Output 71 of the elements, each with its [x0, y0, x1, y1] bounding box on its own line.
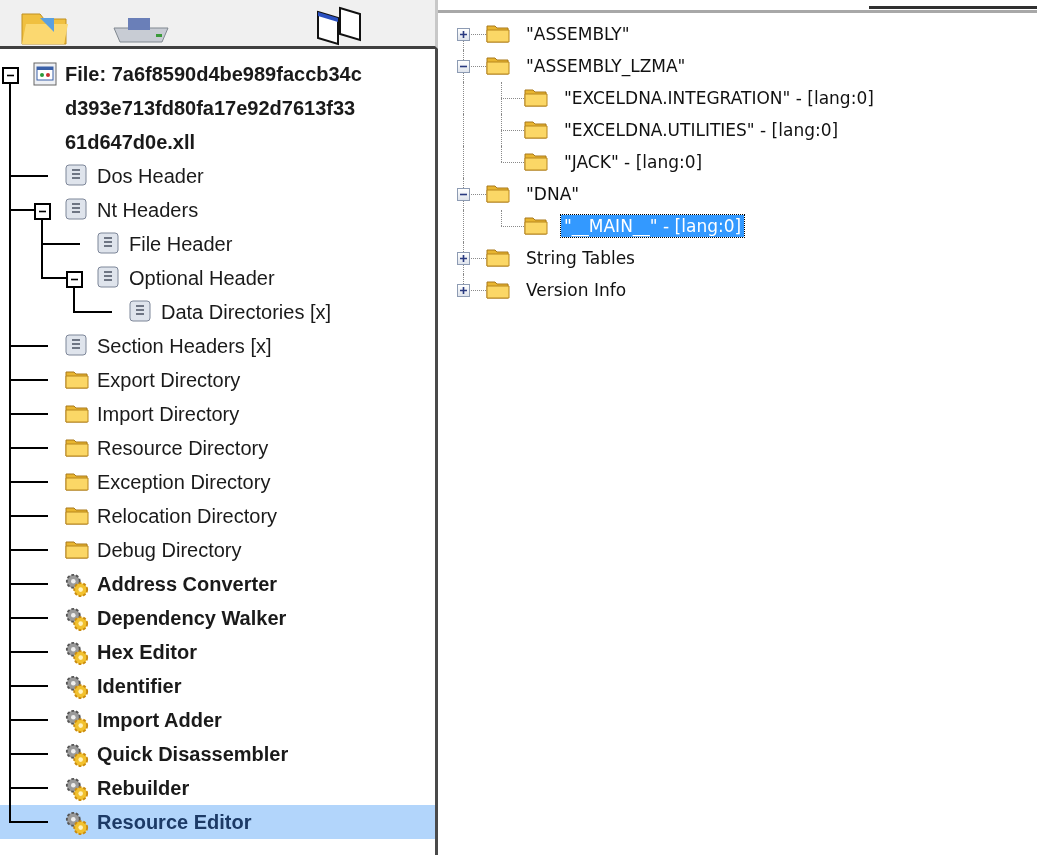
tree-item[interactable]: "ASSEMBLY_LZMA" [523, 55, 689, 77]
gears-icon [65, 572, 89, 598]
folder-icon [524, 150, 548, 172]
gears-icon [65, 674, 89, 700]
collapse-button[interactable] [2, 67, 19, 84]
folder-icon [65, 402, 89, 424]
tree-item[interactable]: Debug Directory [0, 533, 435, 567]
tree-item[interactable]: "DNA" [523, 183, 583, 205]
tree-item[interactable]: Export Directory [0, 363, 435, 397]
gears-icon [65, 776, 89, 802]
folder-icon [65, 470, 89, 492]
list-icon [65, 198, 87, 220]
tree-item[interactable]: Rebuilder [0, 771, 435, 805]
gears-icon [65, 640, 89, 666]
folder-icon [65, 504, 89, 526]
tree-item[interactable]: File: 7a6f8590d4be989faccb34c d393e713fd80fa17e92d7613f33 61d647d0e.xll [0, 57, 435, 159]
tree-item[interactable]: Optional Header [0, 261, 435, 295]
tree-item[interactable]: Import Adder [0, 703, 435, 737]
collapse-button[interactable] [66, 271, 83, 288]
tree-item[interactable]: Dos Header [0, 159, 435, 193]
expand-icon [459, 30, 468, 39]
expand-button[interactable] [457, 252, 470, 265]
list-icon [97, 266, 119, 288]
expand-button[interactable] [457, 28, 470, 41]
folder-icon [65, 538, 89, 560]
gears-icon [65, 606, 89, 632]
folder-icon [486, 54, 510, 76]
tree-item[interactable]: "ASSEMBLY" [523, 23, 633, 45]
collapse-button[interactable] [34, 203, 51, 220]
tree-item[interactable]: Dependency Walker [0, 601, 435, 635]
gears-icon [65, 708, 89, 734]
collapse-button[interactable] [457, 60, 470, 73]
folder-icon [65, 368, 89, 390]
gears-icon [65, 810, 89, 836]
tree-item[interactable]: Nt Headers [0, 193, 435, 227]
tree-item[interactable]: "EXCELDNA.UTILITIES" - [lang:0] [561, 119, 842, 141]
tree-item[interactable]: Version Info [523, 279, 630, 301]
tree-item[interactable]: Hex Editor [0, 635, 435, 669]
tree-item[interactable]: "EXCELDNA.INTEGRATION" - [lang:0] [561, 87, 877, 109]
list-icon [97, 232, 119, 254]
tree-item[interactable]: String Tables [523, 247, 638, 269]
expand-icon [459, 286, 468, 295]
folder-icon [524, 118, 548, 140]
folder-icon [65, 436, 89, 458]
tree-item[interactable]: Exception Directory [0, 465, 435, 499]
folder-icon [486, 246, 510, 268]
tree-item[interactable]: Address Converter [0, 567, 435, 601]
tree-item[interactable]: "JACK" - [lang:0] [561, 151, 706, 173]
gears-icon [65, 742, 89, 768]
drive-icon[interactable] [110, 16, 172, 46]
list-icon [65, 164, 87, 186]
folder-icon [486, 278, 510, 300]
tree-item[interactable]: File Header [0, 227, 435, 261]
tree-item[interactable]: Identifier [0, 669, 435, 703]
list-icon [129, 300, 151, 322]
tree-item[interactable]: Import Directory [0, 397, 435, 431]
list-icon [65, 334, 87, 356]
tree-item[interactable]: Relocation Directory [0, 499, 435, 533]
expand-button[interactable] [457, 284, 470, 297]
folder-icon [524, 86, 548, 108]
folder-icon [524, 214, 548, 236]
collapse-button[interactable] [457, 188, 470, 201]
tree-item[interactable]: Resource Editor [0, 805, 435, 839]
file-window-icon [33, 62, 57, 86]
folder-icon [486, 182, 510, 204]
expand-icon [459, 254, 468, 263]
folder-icon [486, 22, 510, 44]
tree-item[interactable]: Resource Directory [0, 431, 435, 465]
tree-item[interactable]: Data Directories [x] [0, 295, 435, 329]
tree-item[interactable]: Quick Disassembler [0, 737, 435, 771]
tree-item[interactable]: Section Headers [x] [0, 329, 435, 363]
